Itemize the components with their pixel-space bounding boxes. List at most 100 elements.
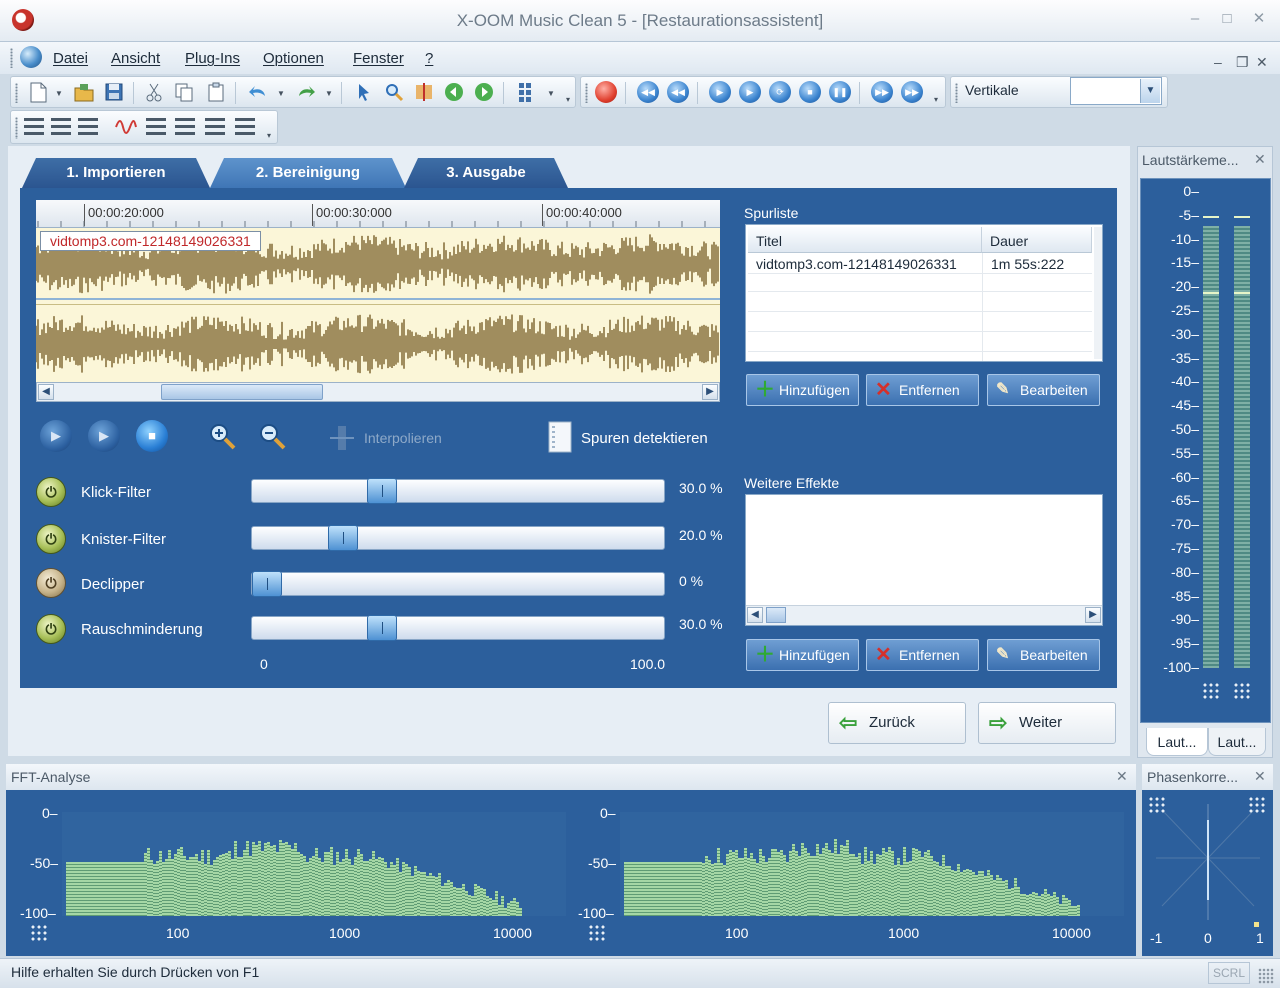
menu-fenster[interactable]: Fenster <box>353 50 404 67</box>
scroll-left-icon[interactable]: ◀ <box>747 607 763 623</box>
zoom-tool-icon[interactable] <box>383 81 405 103</box>
slider-thumb[interactable] <box>328 525 359 551</box>
stop-button[interactable]: ■ <box>799 81 821 103</box>
waveform-icon[interactable] <box>115 117 137 137</box>
open-folder-icon[interactable] <box>73 81 95 103</box>
menu-datei[interactable]: Datei <box>53 50 88 67</box>
resize-grip-icon[interactable] <box>1258 968 1274 984</box>
pointer-icon[interactable] <box>353 81 375 103</box>
loop-button[interactable]: ⟳ <box>769 81 791 103</box>
slider-thumb[interactable] <box>366 615 397 641</box>
level-meter-close-icon[interactable]: ✕ <box>1254 151 1266 168</box>
undo-dropdown-icon[interactable]: ▼ <box>277 89 285 98</box>
copy-icon[interactable] <box>173 81 195 103</box>
toolbar-grip[interactable] <box>585 83 588 103</box>
toolbar-overflow-icon[interactable]: ▾ <box>267 131 271 140</box>
knister-filter-power-button[interactable]: ⏻ <box>36 524 66 554</box>
maximize-button[interactable]: □ <box>1218 10 1236 28</box>
toolbar-grip[interactable] <box>15 83 18 103</box>
skip-start-button[interactable]: ◀◀ <box>637 81 659 103</box>
edit-track-button[interactable]: ✎ Bearbeiten <box>987 374 1100 406</box>
tab-importieren[interactable]: 1. Importieren <box>22 158 210 188</box>
menu-optionen[interactable]: Optionen <box>263 50 324 67</box>
menu-ansicht[interactable]: Ansicht <box>111 50 160 67</box>
tab-bereinigung[interactable]: 2. Bereinigung <box>210 158 406 188</box>
mdi-restore-button[interactable]: ❐ <box>1236 54 1249 71</box>
toolbar-grip[interactable] <box>955 83 958 103</box>
add-track-button[interactable]: ＋ Hinzufügen <box>746 374 859 406</box>
toolbar-overflow-icon[interactable]: ▾ <box>934 95 938 104</box>
pause-button[interactable]: ❚❚ <box>829 81 851 103</box>
fft-settings-icon[interactable] <box>30 924 48 942</box>
redo-dropdown-icon[interactable]: ▼ <box>325 89 333 98</box>
tab-ausgabe[interactable]: 3. Ausgabe <box>404 158 568 188</box>
scroll-left-icon[interactable]: ◀ <box>38 384 54 400</box>
remove-track-button[interactable]: ✕ Entfernen <box>866 374 979 406</box>
scroll-right-icon[interactable]: ▶ <box>702 384 718 400</box>
detect-tracks-button[interactable]: Spuren detektieren <box>581 430 708 447</box>
paste-icon[interactable] <box>205 81 227 103</box>
close-button[interactable]: ✕ <box>1250 10 1268 28</box>
tab-level-2[interactable]: Laut... <box>1208 728 1266 756</box>
scrub-tool-icon[interactable] <box>413 81 435 103</box>
scroll-right-icon[interactable]: ▶ <box>1085 607 1101 623</box>
waveform-view[interactable] <box>36 228 720 382</box>
slider-thumb[interactable] <box>366 478 397 504</box>
time-display-icon[interactable] <box>23 115 103 139</box>
waveform-scrollbar[interactable]: ◀ ▶ <box>36 382 720 402</box>
rauschminderung-slider[interactable] <box>251 615 665 641</box>
mdi-minimize-button[interactable]: – <box>1214 54 1222 70</box>
timeline-ruler[interactable]: 00:00:20:000 00:00:30:000 00:00:40:000 <box>36 200 720 228</box>
menu-grip[interactable] <box>10 48 13 68</box>
phase-settings-icon[interactable] <box>1148 796 1166 814</box>
menu-plugins[interactable]: Plug-Ins <box>185 50 240 67</box>
fft-settings-icon[interactable] <box>588 924 606 942</box>
preview-stop-button[interactable]: ■ <box>136 420 168 452</box>
minimize-button[interactable]: – <box>1186 10 1204 28</box>
preview-play-selection-button[interactable]: ▶ <box>88 420 120 452</box>
column-header-title[interactable]: Titel <box>748 227 982 253</box>
declipper-slider[interactable] <box>251 571 665 597</box>
knister-filter-slider[interactable] <box>251 525 665 551</box>
redo-icon[interactable] <box>295 81 317 103</box>
menu-help[interactable]: ? <box>425 50 433 67</box>
next-button[interactable]: ⇨ Weiter <box>978 702 1116 744</box>
play-selection-button[interactable]: ▶ <box>739 81 761 103</box>
detect-tracks-icon[interactable] <box>546 420 574 454</box>
record-button[interactable] <box>595 81 617 103</box>
document-globe-icon[interactable] <box>20 46 42 68</box>
fast-forward-button[interactable]: ▶▶ <box>871 81 893 103</box>
play-button[interactable]: ▶ <box>709 81 731 103</box>
zoom-in-icon[interactable] <box>206 420 238 452</box>
app-logo-icon[interactable] <box>12 9 34 31</box>
grid-view-icon[interactable] <box>517 81 539 103</box>
grid-dropdown-icon[interactable]: ▼ <box>547 89 555 98</box>
cut-icon[interactable] <box>143 81 165 103</box>
rauschminderung-power-button[interactable]: ⏻ <box>36 614 66 644</box>
toolbar-overflow-icon[interactable]: ▾ <box>566 95 570 104</box>
table-scrollbar[interactable] <box>1094 227 1102 359</box>
phase-close-icon[interactable]: ✕ <box>1254 768 1266 785</box>
interpolate-button[interactable]: Interpolieren <box>364 430 442 446</box>
fft-close-icon[interactable]: ✕ <box>1116 768 1128 785</box>
back-button[interactable]: ⇦ Zurück <box>828 702 966 744</box>
remove-effect-button[interactable]: ✕ Entfernen <box>866 639 979 671</box>
vertical-select[interactable]: ▼ <box>1070 77 1162 105</box>
waveform-scroll-thumb[interactable] <box>161 384 323 400</box>
klick-filter-power-button[interactable]: ⏻ <box>36 477 66 507</box>
chevron-down-icon[interactable]: ▼ <box>1140 79 1160 103</box>
undo-icon[interactable] <box>247 81 269 103</box>
rewind-button[interactable]: ◀◀ <box>667 81 689 103</box>
klick-filter-slider[interactable] <box>251 478 665 504</box>
add-effect-button[interactable]: ＋ Hinzufügen <box>746 639 859 671</box>
back-circle-icon[interactable] <box>443 81 465 103</box>
track-list-table[interactable]: Titel Dauer vidtomp3.com-12148149026331 … <box>745 224 1103 362</box>
forward-circle-icon[interactable] <box>473 81 495 103</box>
meter-settings-icon[interactable] <box>1233 682 1251 700</box>
column-header-duration[interactable]: Dauer <box>982 227 1092 253</box>
new-file-icon[interactable] <box>27 81 49 103</box>
declipper-power-button[interactable]: ⏻ <box>36 568 66 598</box>
effects-list[interactable]: ◀ ▶ <box>745 494 1103 626</box>
phase-settings-icon[interactable] <box>1248 796 1266 814</box>
sample-display-icon[interactable] <box>145 115 263 139</box>
